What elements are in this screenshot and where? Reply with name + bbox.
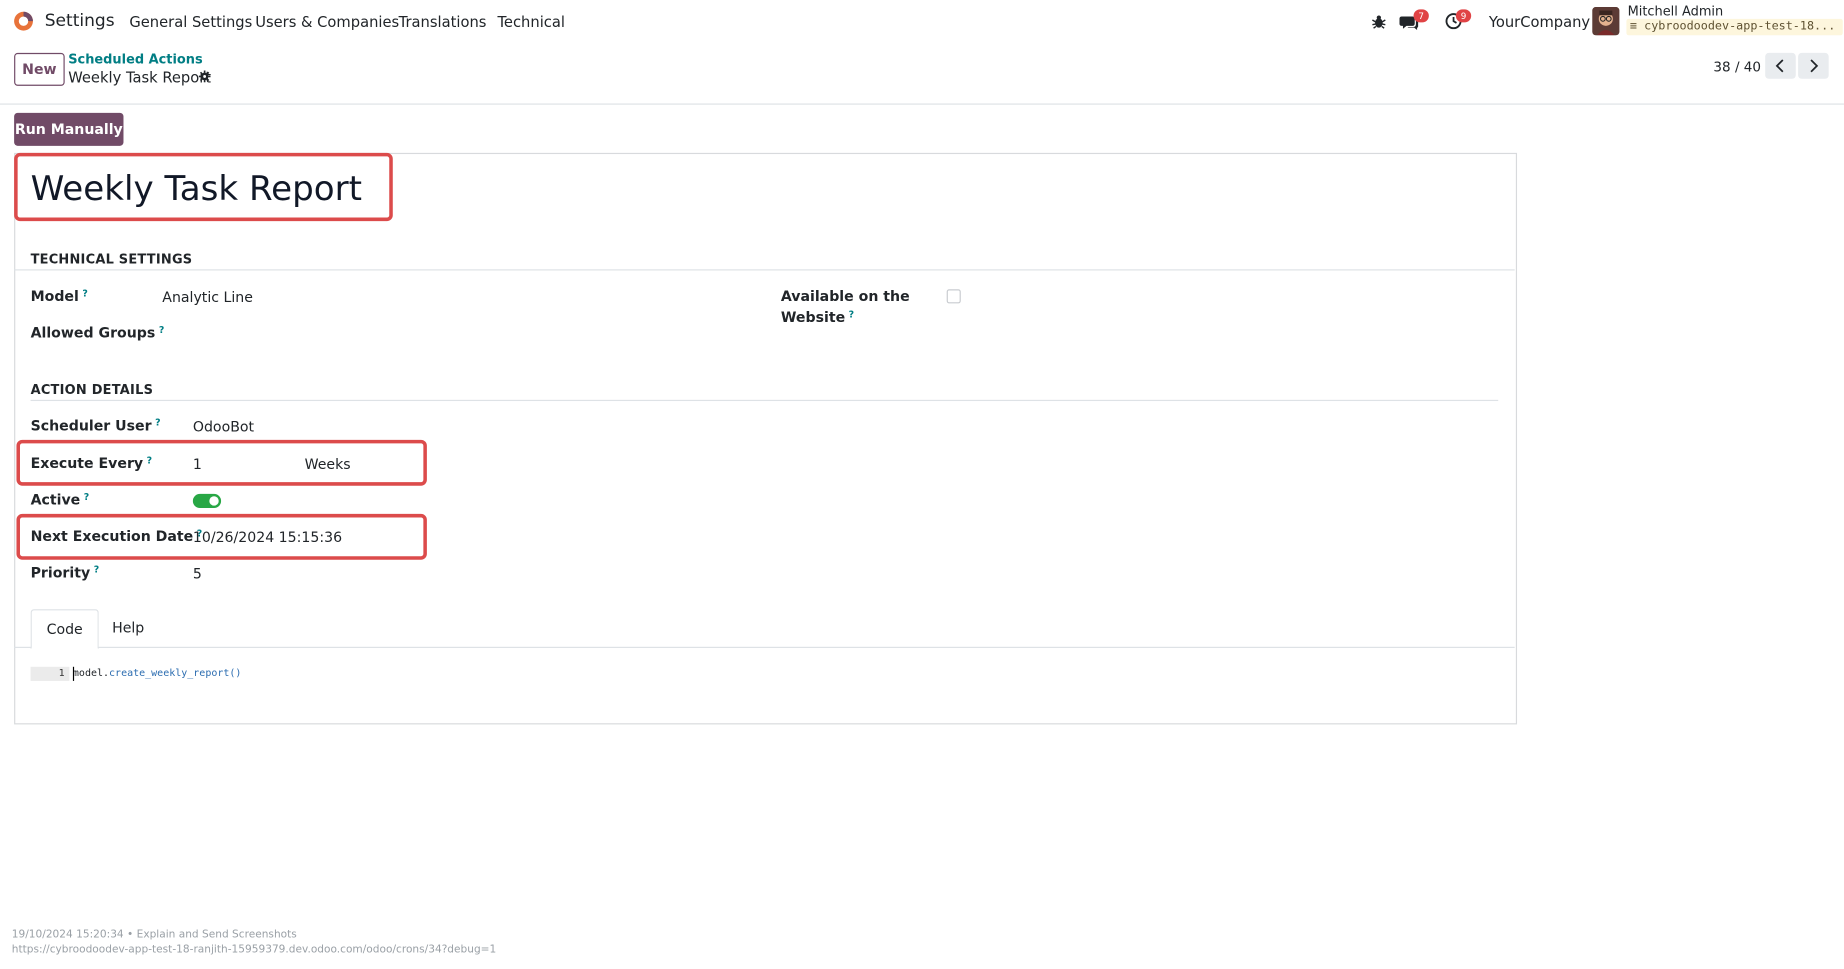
help-tooltip-icon[interactable]: ?	[94, 564, 99, 575]
field-priority-value[interactable]: 5	[193, 566, 202, 582]
footer-timestamp: 19/10/2024 15:20:34 • Explain and Send S…	[11, 929, 297, 941]
form-sheet	[14, 152, 1518, 725]
label-text: Allowed Groups	[30, 324, 156, 342]
activity-badge: 9	[1455, 9, 1472, 23]
code-object: model	[72, 667, 104, 680]
next-execution-date-highlight	[16, 513, 427, 560]
menu-users-companies[interactable]: Users & Companies	[255, 13, 399, 31]
footer-url: https://cybroodoodev-app-test-18-ranjith…	[11, 944, 497, 957]
execute-every-highlight	[16, 439, 427, 486]
database-icon: ≡	[1629, 19, 1638, 33]
field-label-model: Model?	[31, 288, 88, 304]
code-editor[interactable]: model.create_weekly_report()	[73, 667, 242, 681]
control-panel: New Scheduled Actions Weekly Task Report…	[0, 43, 1844, 105]
code-line-number: 1	[30, 666, 70, 681]
field-label-active: Active?	[31, 492, 90, 508]
chevron-left-icon	[1775, 59, 1784, 73]
code-method: create_weekly_report()	[109, 667, 242, 680]
tab-code[interactable]: Code	[30, 609, 99, 650]
title-highlight	[14, 152, 393, 222]
label-text: Priority	[30, 564, 91, 581]
field-label-scheduler-user: Scheduler User?	[31, 417, 161, 433]
help-tooltip-icon[interactable]: ?	[82, 288, 87, 299]
active-toggle[interactable]	[192, 493, 222, 509]
odoo-logo-icon[interactable]	[13, 11, 34, 32]
field-allowed-groups-input[interactable]	[162, 320, 632, 344]
new-button[interactable]: New	[14, 52, 65, 86]
text-cursor	[72, 666, 75, 681]
breadcrumb-parent[interactable]: Scheduled Actions	[68, 52, 203, 67]
field-model-value[interactable]: Analytic Line	[162, 289, 253, 305]
tabs-divider	[14, 646, 1515, 648]
chevron-right-icon	[1810, 59, 1819, 73]
label-text: Website	[780, 309, 846, 326]
help-tooltip-icon[interactable]: ?	[849, 309, 854, 320]
field-label-website-line2: Website?	[781, 309, 854, 325]
messages-badge: 7	[1413, 9, 1429, 23]
toggle-knob	[209, 496, 219, 506]
user-avatar[interactable]	[1592, 7, 1620, 36]
section-divider	[14, 269, 1515, 271]
help-tooltip-icon[interactable]: ?	[84, 492, 89, 503]
field-label-priority: Priority?	[31, 564, 100, 580]
section-action-details: ACTION DETAILS	[30, 382, 154, 398]
top-navbar: Settings General Settings Users & Compan…	[0, 0, 1844, 45]
field-label-website-line1: Available on the	[780, 288, 910, 305]
menu-translations[interactable]: Translations	[399, 13, 487, 31]
database-name: ≡ cybroodoodev-app-test-18...	[1626, 18, 1843, 36]
field-label-allowed-groups: Allowed Groups?	[31, 325, 165, 341]
company-switcher[interactable]: YourCompany	[1489, 13, 1590, 31]
user-name[interactable]: Mitchell Admin	[1628, 4, 1724, 19]
pager-value[interactable]: 38 / 40	[1713, 59, 1761, 75]
label-text: Active	[30, 491, 81, 509]
bug-icon[interactable]	[1371, 14, 1386, 29]
section-divider	[30, 399, 1499, 402]
section-technical-settings: TECHNICAL SETTINGS	[30, 251, 193, 267]
field-scheduler-user-value[interactable]: OdooBot	[193, 419, 254, 435]
run-manually-button[interactable]: Run Manually	[14, 112, 124, 146]
label-text: Model	[30, 288, 79, 305]
breadcrumb-current: Weekly Task Report	[68, 68, 212, 86]
menu-general-settings[interactable]: General Settings	[129, 13, 252, 31]
label-text: Scheduler User	[30, 417, 152, 434]
help-tooltip-icon[interactable]: ?	[155, 417, 160, 428]
website-checkbox[interactable]	[946, 289, 961, 304]
pager-previous-button[interactable]	[1765, 52, 1796, 79]
pager-next-button[interactable]	[1798, 52, 1829, 79]
tab-help[interactable]: Help	[99, 609, 158, 647]
app-name[interactable]: Settings	[45, 12, 115, 31]
gear-icon[interactable]	[198, 70, 211, 83]
database-name-text: cybroodoodev-app-test-18...	[1644, 19, 1836, 33]
menu-technical[interactable]: Technical	[497, 13, 565, 31]
